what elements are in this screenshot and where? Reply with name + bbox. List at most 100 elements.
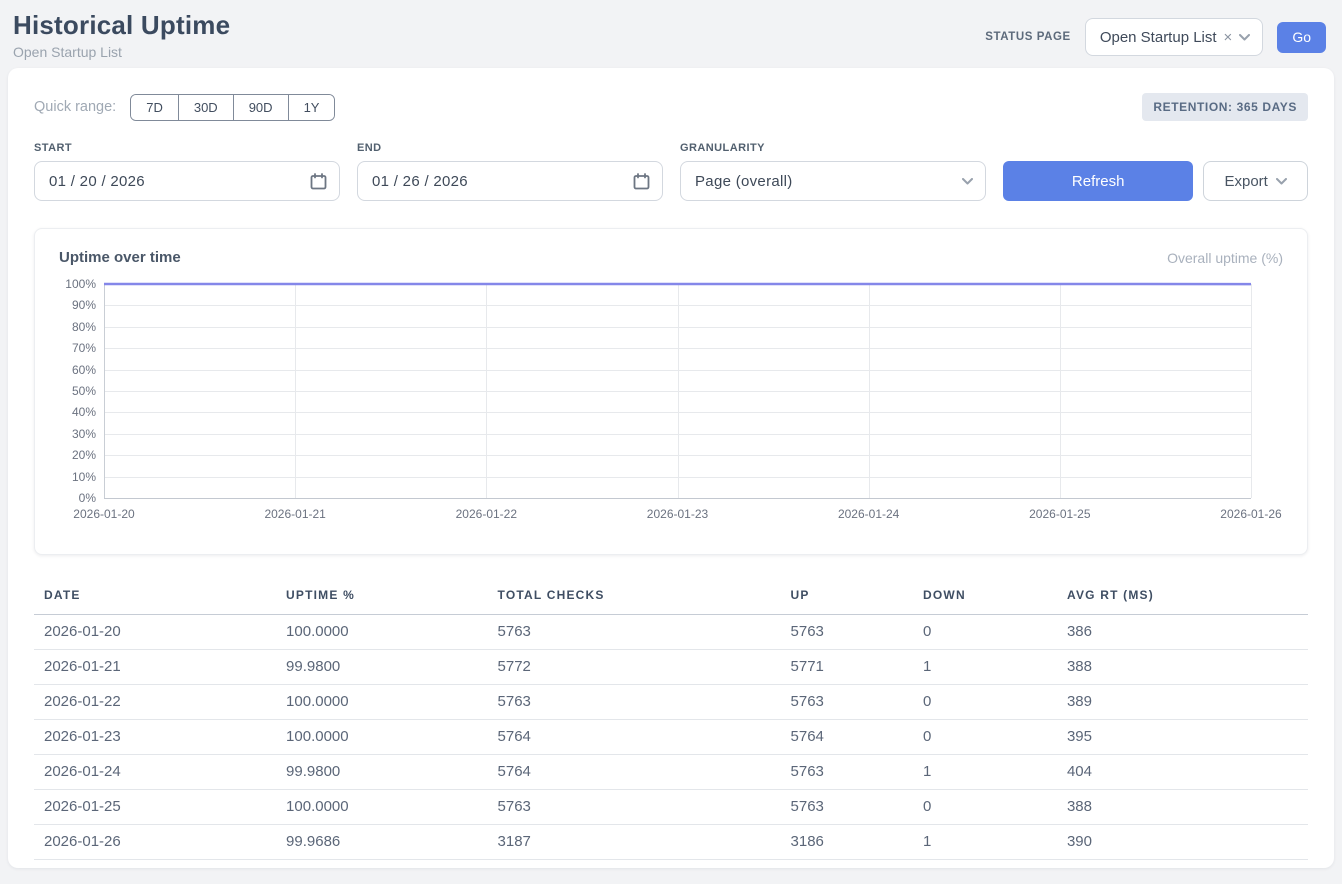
chart-header: Uptime over time Overall uptime (%) xyxy=(35,249,1307,266)
cell-uptime-pct: 100.0000 xyxy=(276,615,487,650)
y-axis-tick: 50% xyxy=(72,384,96,398)
page-header: Historical Uptime Open Startup List STAT… xyxy=(0,0,1342,68)
cell-date: 2026-01-20 xyxy=(34,615,276,650)
cell-uptime-pct: 99.9686 xyxy=(276,825,487,860)
cell-avg-rt: 388 xyxy=(1057,650,1308,685)
cell-date: 2026-01-23 xyxy=(34,720,276,755)
cell-up: 5763 xyxy=(781,615,913,650)
table-head: DATE UPTIME % TOTAL CHECKS UP DOWN AVG R… xyxy=(34,578,1308,615)
cell-date: 2026-01-21 xyxy=(34,650,276,685)
clear-selection-icon[interactable]: × xyxy=(1224,30,1233,45)
table-row: 2026-01-2699.9686318731861390 xyxy=(34,825,1308,860)
quick-range-buttons: 7D 30D 90D 1Y xyxy=(130,94,335,121)
refresh-button[interactable]: Refresh xyxy=(1003,161,1193,201)
cell-date: 2026-01-22 xyxy=(34,685,276,720)
x-axis-tick: 2026-01-21 xyxy=(264,507,325,521)
cell-up: 5763 xyxy=(781,685,913,720)
start-date-value: 01 / 20 / 2026 xyxy=(49,173,310,190)
cell-up: 3186 xyxy=(781,825,913,860)
start-date-input[interactable]: 01 / 20 / 2026 xyxy=(34,161,340,201)
quick-range-90d[interactable]: 90D xyxy=(233,95,288,120)
y-gridline xyxy=(104,498,1251,499)
calendar-icon[interactable] xyxy=(310,173,327,190)
end-label: END xyxy=(357,142,663,154)
cell-down: 0 xyxy=(913,720,1057,755)
cell-uptime-pct: 100.0000 xyxy=(276,720,487,755)
y-axis-tick: 20% xyxy=(72,448,96,462)
export-button[interactable]: Export xyxy=(1203,161,1308,201)
granularity-select[interactable]: Page (overall) xyxy=(680,161,986,201)
y-axis-tick: 0% xyxy=(79,491,96,505)
cell-up: 5763 xyxy=(781,790,913,825)
cell-down: 0 xyxy=(913,685,1057,720)
cell-down: 0 xyxy=(913,615,1057,650)
table-row: 2026-01-2199.9800577257711388 xyxy=(34,650,1308,685)
quick-range-1y[interactable]: 1Y xyxy=(288,95,335,120)
end-date-input[interactable]: 01 / 26 / 2026 xyxy=(357,161,663,201)
chevron-down-icon xyxy=(1276,178,1287,185)
export-label: Export xyxy=(1224,173,1267,190)
y-axis-tick: 80% xyxy=(72,320,96,334)
y-axis-tick: 60% xyxy=(72,363,96,377)
chevron-down-icon xyxy=(1239,34,1250,41)
cell-uptime-pct: 100.0000 xyxy=(276,790,487,825)
cell-up: 5764 xyxy=(781,720,913,755)
y-axis-tick: 90% xyxy=(72,298,96,312)
cell-avg-rt: 388 xyxy=(1057,790,1308,825)
page-subtitle: Open Startup List xyxy=(13,44,230,60)
chart-area: 100%90%80%70%60%50%40%30%20%10%0%2026-01… xyxy=(35,276,1307,538)
col-header-up: UP xyxy=(781,578,913,615)
cell-avg-rt: 395 xyxy=(1057,720,1308,755)
cell-date: 2026-01-26 xyxy=(34,825,276,860)
cell-total-checks: 5772 xyxy=(488,650,781,685)
quick-range-label: Quick range: xyxy=(34,99,116,115)
quick-range-7d[interactable]: 7D xyxy=(131,95,178,120)
status-page-select[interactable]: Open Startup List × xyxy=(1085,18,1264,56)
x-axis-tick: 2026-01-25 xyxy=(1029,507,1090,521)
col-header-down: DOWN xyxy=(913,578,1057,615)
controls-row: START 01 / 20 / 2026 END 01 / 26 / 2026 … xyxy=(34,142,1308,201)
col-header-date: DATE xyxy=(34,578,276,615)
cell-avg-rt: 389 xyxy=(1057,685,1308,720)
x-gridline xyxy=(1251,284,1252,498)
go-button[interactable]: Go xyxy=(1277,22,1326,53)
page-header-left: Historical Uptime Open Startup List xyxy=(13,10,230,60)
table-row: 2026-01-23100.0000576457640395 xyxy=(34,720,1308,755)
cell-up: 5771 xyxy=(781,650,913,685)
end-date-value: 01 / 26 / 2026 xyxy=(372,173,633,190)
cell-total-checks: 5763 xyxy=(488,685,781,720)
table-row: 2026-01-25100.0000576357630388 xyxy=(34,790,1308,825)
cell-date: 2026-01-24 xyxy=(34,755,276,790)
chart-title: Uptime over time xyxy=(59,249,181,266)
x-axis-tick: 2026-01-23 xyxy=(647,507,708,521)
cell-avg-rt: 386 xyxy=(1057,615,1308,650)
chart-legend: Overall uptime (%) xyxy=(1167,250,1283,266)
cell-down: 1 xyxy=(913,825,1057,860)
uptime-line-series xyxy=(104,284,1251,498)
col-header-total-checks: TOTAL CHECKS xyxy=(488,578,781,615)
cell-avg-rt: 390 xyxy=(1057,825,1308,860)
y-axis-tick: 100% xyxy=(65,277,96,291)
quick-range-group: Quick range: 7D 30D 90D 1Y xyxy=(34,94,335,121)
x-axis-tick: 2026-01-22 xyxy=(456,507,517,521)
retention-badge: RETENTION: 365 DAYS xyxy=(1142,93,1308,121)
page-title: Historical Uptime xyxy=(13,10,230,41)
cell-total-checks: 5764 xyxy=(488,720,781,755)
cell-down: 1 xyxy=(913,755,1057,790)
cell-date: 2026-01-25 xyxy=(34,790,276,825)
cell-total-checks: 5763 xyxy=(488,790,781,825)
table-row: 2026-01-2499.9800576457631404 xyxy=(34,755,1308,790)
cell-total-checks: 5764 xyxy=(488,755,781,790)
cell-total-checks: 3187 xyxy=(488,825,781,860)
calendar-icon[interactable] xyxy=(633,173,650,190)
start-date-field: START 01 / 20 / 2026 xyxy=(34,142,340,201)
start-label: START xyxy=(34,142,340,154)
cell-avg-rt: 404 xyxy=(1057,755,1308,790)
y-axis-tick: 10% xyxy=(72,470,96,484)
cell-down: 0 xyxy=(913,790,1057,825)
quick-range-30d[interactable]: 30D xyxy=(178,95,233,120)
page-header-right: STATUS PAGE Open Startup List × Go xyxy=(985,18,1326,56)
cell-total-checks: 5763 xyxy=(488,615,781,650)
table-row: 2026-01-22100.0000576357630389 xyxy=(34,685,1308,720)
cell-uptime-pct: 100.0000 xyxy=(276,685,487,720)
